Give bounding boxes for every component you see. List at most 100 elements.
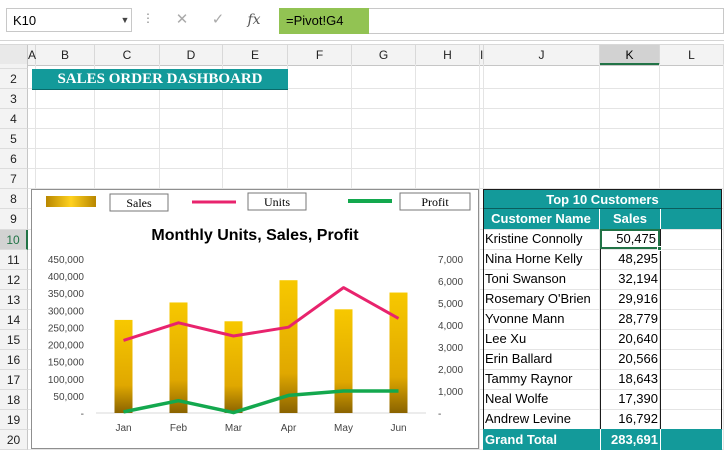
name-box-dropdown-icon[interactable]: ▼ — [118, 8, 132, 32]
column-header-e[interactable]: E — [223, 45, 288, 65]
customer-sales-cell[interactable]: 20,640 — [600, 329, 660, 349]
customer-name-cell[interactable]: Toni Swanson — [483, 269, 600, 289]
selected-cell-k10[interactable]: 50,475 — [600, 229, 660, 249]
column-header-l[interactable]: L — [660, 45, 724, 65]
select-all-corner[interactable] — [0, 45, 28, 65]
row-header-15[interactable]: 15 — [0, 330, 28, 350]
gridline — [28, 128, 724, 129]
legend-label-profit: Profit — [421, 195, 449, 209]
table-divider — [660, 229, 661, 429]
row-header-10[interactable]: 10 — [0, 230, 28, 250]
left-axis-tick-label: 300,000 — [48, 306, 85, 317]
left-axis: 450,000400,000350,000300,000250,000200,0… — [48, 255, 85, 420]
row-header-13[interactable]: 13 — [0, 290, 28, 310]
column-header-h[interactable]: H — [416, 45, 480, 65]
column-header-c[interactable]: C — [95, 45, 160, 65]
cancel-icon[interactable]: ✕ — [170, 9, 194, 31]
row-header-11[interactable]: 11 — [0, 250, 28, 270]
chart-area[interactable]: SalesUnitsProfit Monthly Units, Sales, P… — [31, 189, 479, 449]
gridline — [28, 108, 724, 109]
customer-sales-cell[interactable]: 32,194 — [600, 269, 660, 289]
header-blank — [660, 209, 722, 229]
row-header-17[interactable]: 17 — [0, 370, 28, 390]
left-axis-tick-label: - — [81, 409, 84, 420]
row-header-20[interactable]: 20 — [0, 430, 28, 450]
sales-bar — [390, 293, 408, 413]
customer-sales-cell[interactable]: 20,566 — [600, 349, 660, 369]
row-header-5[interactable]: 5 — [0, 129, 28, 149]
formula-bar: K10 ▼ ⋮ ✕ ✓ fx =Pivot!G4 — [0, 0, 724, 41]
grand-total-label: Grand Total — [483, 429, 600, 450]
units-line — [124, 288, 399, 341]
row-header-4[interactable]: 4 — [0, 109, 28, 129]
formula-input-area[interactable] — [369, 8, 724, 34]
x-axis-tick-label: Feb — [170, 423, 188, 434]
column-header-f[interactable]: F — [288, 45, 352, 65]
row-header-2[interactable]: 2 — [0, 69, 28, 89]
fill-handle[interactable] — [657, 246, 662, 251]
grand-total-blank — [660, 429, 722, 450]
customer-name-cell[interactable]: Tammy Raynor — [483, 369, 600, 389]
legend-label-units: Units — [264, 195, 290, 209]
customer-name-cell[interactable]: Kristine Connolly — [483, 229, 600, 249]
customer-sales-cell[interactable]: 18,643 — [600, 369, 660, 389]
customer-name-cell[interactable]: Andrew Levine — [483, 409, 600, 429]
formula-input[interactable]: =Pivot!G4 — [279, 8, 369, 34]
right-axis-tick-label: 1,000 — [438, 387, 463, 398]
customer-sales-cell[interactable]: 29,916 — [600, 289, 660, 309]
x-axis-tick-label: Jan — [115, 423, 131, 434]
row-header-8[interactable]: 8 — [0, 189, 28, 209]
header-sales: Sales — [600, 209, 660, 229]
row-header-12[interactable]: 12 — [0, 270, 28, 290]
right-axis-tick-label: 4,000 — [438, 321, 463, 332]
left-axis-tick-label: 350,000 — [48, 289, 85, 300]
name-box[interactable]: K10 — [6, 8, 132, 32]
column-header-g[interactable]: G — [352, 45, 416, 65]
right-axis-tick-label: 7,000 — [438, 255, 463, 266]
x-axis-tick-label: Mar — [225, 423, 243, 434]
dashboard-title: SALES ORDER DASHBOARD — [32, 69, 288, 90]
right-axis-tick-label: 3,000 — [438, 343, 463, 354]
insert-function-icon[interactable]: fx — [242, 9, 266, 31]
customer-name-cell[interactable]: Nina Horne Kelly — [483, 249, 600, 269]
x-axis: JanFebMarAprMayJun — [96, 413, 426, 434]
row-header-18[interactable]: 18 — [0, 390, 28, 410]
customer-sales-cell[interactable]: 16,792 — [600, 409, 660, 429]
right-axis-tick-label: 6,000 — [438, 277, 463, 288]
customer-name-cell[interactable]: Lee Xu — [483, 329, 600, 349]
column-header-a[interactable]: A — [28, 45, 36, 65]
chart-legend: SalesUnitsProfit — [46, 193, 470, 211]
column-headers: ABCDEFGHIJKL — [0, 44, 724, 66]
column-header-d[interactable]: D — [160, 45, 223, 65]
row-header-9[interactable]: 9 — [0, 209, 28, 230]
customer-sales-cell[interactable]: 17,390 — [600, 389, 660, 409]
customer-sales-cell[interactable]: 48,295 — [600, 249, 660, 269]
gridline — [28, 168, 724, 169]
gridline — [479, 64, 480, 450]
gridline — [28, 148, 724, 149]
customer-name-cell[interactable]: Erin Ballard — [483, 349, 600, 369]
sales-bar — [170, 302, 188, 413]
row-header-7[interactable]: 7 — [0, 169, 28, 189]
legend-swatch-sales — [46, 196, 96, 207]
row-header-19[interactable]: 19 — [0, 410, 28, 430]
customer-name-cell[interactable]: Rosemary O'Brien — [483, 289, 600, 309]
right-axis: 7,0006,0005,0004,0003,0002,0001,000- — [438, 255, 463, 420]
formula-bar-grip-icon[interactable]: ⋮ — [142, 11, 153, 25]
header-customer-name: Customer Name — [483, 209, 600, 229]
customer-sales-cell[interactable]: 28,779 — [600, 309, 660, 329]
enter-icon[interactable]: ✓ — [206, 9, 230, 31]
row-header-6[interactable]: 6 — [0, 149, 28, 169]
row-header-3[interactable]: 3 — [0, 89, 28, 109]
customer-name-cell[interactable]: Yvonne Mann — [483, 309, 600, 329]
customer-name-cell[interactable]: Neal Wolfe — [483, 389, 600, 409]
column-header-b[interactable]: B — [36, 45, 95, 65]
right-axis-tick-label: 5,000 — [438, 299, 463, 310]
column-header-k[interactable]: K — [600, 45, 660, 65]
row-header-16[interactable]: 16 — [0, 350, 28, 370]
row-header-14[interactable]: 14 — [0, 310, 28, 330]
left-axis-tick-label: 250,000 — [48, 323, 85, 334]
sales-bar — [280, 280, 298, 413]
table-title: Top 10 Customers — [483, 189, 722, 209]
column-header-j[interactable]: J — [484, 45, 600, 65]
